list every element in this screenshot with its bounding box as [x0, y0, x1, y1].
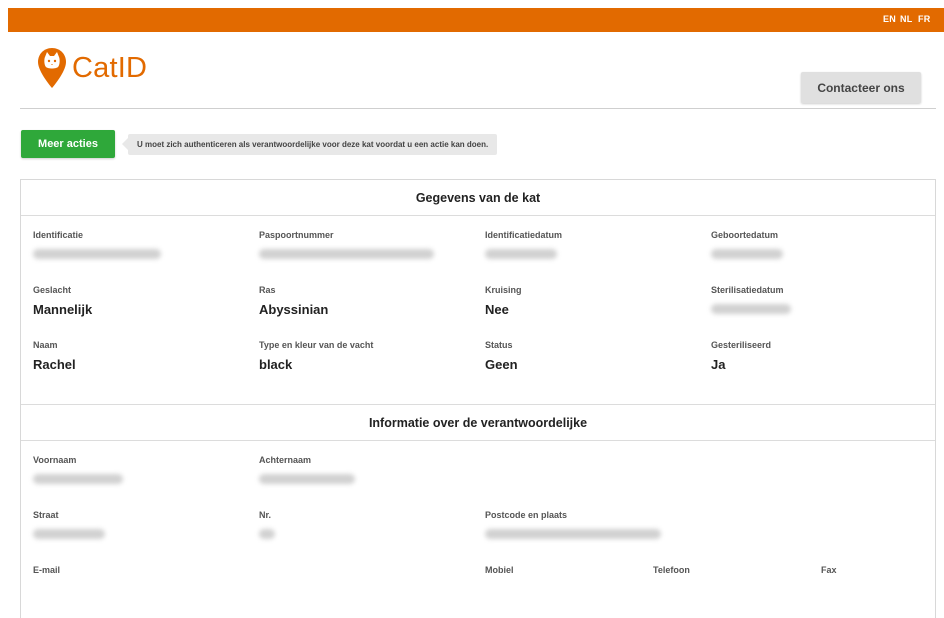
sex-field: Geslacht Mannelijk: [33, 285, 92, 317]
brand-name: CatID: [72, 51, 148, 84]
name-label: Naam: [33, 340, 58, 350]
sex-value: Mannelijk: [33, 302, 93, 317]
id-date-label: Identificatiedatum: [485, 230, 563, 240]
cat-pin-icon: [38, 48, 66, 88]
street-redacted: [33, 529, 105, 539]
cross-label: Kruising: [485, 285, 522, 295]
birth-date-field: Geboortedatum: [711, 230, 783, 259]
birth-date-redacted: [711, 249, 783, 259]
status-label: Status: [485, 340, 513, 350]
passport-redacted: [259, 249, 434, 259]
postal-redacted: [485, 529, 661, 539]
postal-label: Postcode en plaats: [485, 510, 568, 520]
cross-value: Nee: [485, 302, 509, 317]
email-label: E-mail: [33, 565, 61, 575]
catid-logo[interactable]: CatID: [38, 48, 147, 88]
lang-fr-link[interactable]: FR: [918, 14, 930, 24]
number-label: Nr.: [259, 510, 272, 520]
id-date-redacted: [485, 249, 557, 259]
firstname-redacted: [33, 474, 123, 484]
sterilised-label: Gesteriliseerd: [711, 340, 772, 350]
sterilisation-date-field: Sterilisatiedatum: [711, 285, 791, 314]
name-value: Rachel: [33, 357, 76, 372]
lastname-redacted: [259, 474, 355, 484]
coat-value: black: [259, 357, 293, 372]
id-date-field: Identificatiedatum: [485, 230, 562, 259]
cross-field: Kruising Nee: [485, 285, 522, 317]
coat-label: Type en kleur van de vacht: [259, 340, 374, 350]
header-divider: [20, 108, 936, 109]
identification-label: Identificatie: [33, 230, 84, 240]
identification-redacted: [33, 249, 161, 259]
sterilisation-date-label: Sterilisatiedatum: [711, 285, 784, 295]
sterilised-field: Gesteriliseerd Ja: [711, 340, 771, 372]
birth-date-label: Geboortedatum: [711, 230, 779, 240]
mobile-label: Mobiel: [485, 565, 514, 575]
phone-field: Telefoon: [653, 565, 690, 575]
firstname-field: Voornaam: [33, 455, 123, 484]
top-bar: EN NL FR: [8, 8, 944, 32]
coat-field: Type en kleur van de vacht black: [259, 340, 373, 372]
lastname-field: Achternaam: [259, 455, 355, 484]
fax-label: Fax: [821, 565, 837, 575]
identification-field: Identificatie: [33, 230, 161, 259]
number-field: Nr.: [259, 510, 275, 539]
lang-en-link[interactable]: EN: [883, 14, 896, 24]
mobile-field: Mobiel: [485, 565, 514, 575]
sex-label: Geslacht: [33, 285, 72, 295]
fax-field: Fax: [821, 565, 837, 575]
more-actions-button[interactable]: Meer acties: [21, 130, 115, 158]
auth-notice: U moet zich authenticeren als verantwoor…: [121, 134, 498, 155]
email-field: E-mail: [33, 565, 60, 575]
breed-label: Ras: [259, 285, 276, 295]
owner-section-title: Informatie over de verantwoordelijke: [21, 404, 935, 441]
number-redacted: [259, 529, 275, 539]
cat-details-panel: Gegevens van de kat Identificatie Paspoo…: [20, 179, 936, 618]
postal-field: Postcode en plaats: [485, 510, 661, 539]
sterilisation-date-redacted: [711, 304, 791, 314]
status-field: Status Geen: [485, 340, 518, 372]
contact-button[interactable]: Contacteer ons: [801, 72, 921, 103]
passport-label: Paspoortnummer: [259, 230, 334, 240]
street-label: Straat: [33, 510, 59, 520]
street-field: Straat: [33, 510, 105, 539]
lastname-label: Achternaam: [259, 455, 312, 465]
cat-section-title: Gegevens van de kat: [21, 180, 935, 216]
breed-value: Abyssinian: [259, 302, 329, 317]
status-value: Geen: [485, 357, 518, 372]
phone-label: Telefoon: [653, 565, 690, 575]
name-field: Naam Rachel: [33, 340, 76, 372]
passport-field: Paspoortnummer: [259, 230, 434, 259]
breed-field: Ras Abyssinian: [259, 285, 328, 317]
firstname-label: Voornaam: [33, 455, 77, 465]
lang-nl-link[interactable]: NL: [900, 14, 912, 24]
sterilised-value: Ja: [711, 357, 726, 372]
